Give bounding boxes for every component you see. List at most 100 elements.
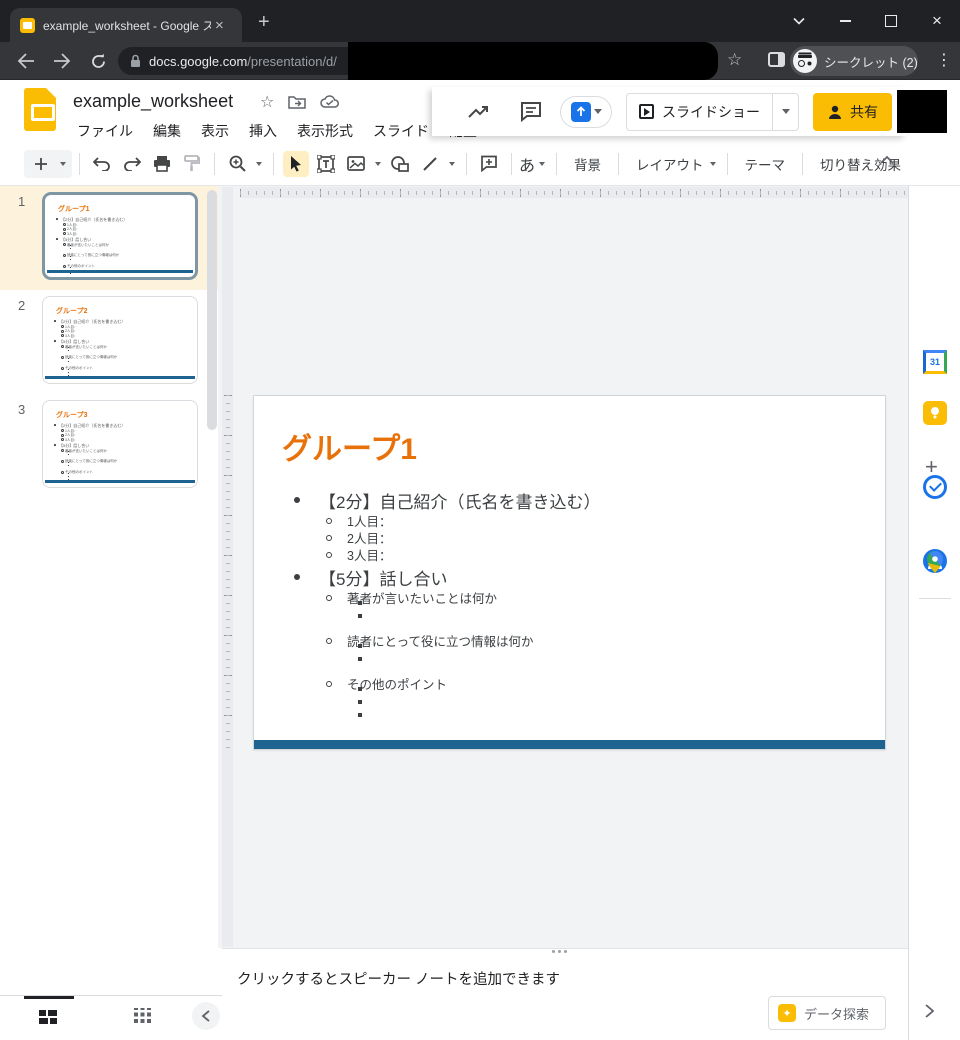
slide-thumbnail[interactable]: グループ2【2分】自己紹介（氏名を書き込む）1人目：2人目：3人目：【5分】話し…: [42, 296, 198, 384]
url-path: /presentation/d/: [247, 54, 337, 69]
document-title[interactable]: example_worksheet: [73, 91, 233, 112]
tab-close-icon[interactable]: ×: [215, 18, 224, 33]
slides-logo-icon[interactable]: [24, 88, 56, 131]
slideshow-dropdown[interactable]: [772, 93, 798, 131]
filmstrip-slide-2[interactable]: 2グループ2【2分】自己紹介（氏名を書き込む）1人目：2人目：3人目：【5分】話…: [0, 290, 222, 394]
cloud-status-icon[interactable]: [320, 95, 340, 109]
toolbar-collapse-icon[interactable]: [880, 155, 894, 164]
menu-edit[interactable]: 編集: [147, 119, 187, 143]
thumbnail-accent-bar: [45, 376, 195, 379]
background-button[interactable]: 背景: [564, 154, 611, 174]
print-button[interactable]: [149, 151, 175, 177]
insert-comment-tool[interactable]: [476, 151, 502, 177]
lock-icon: [130, 54, 141, 68]
text-box-tool[interactable]: [313, 151, 339, 177]
browser-menu-icon[interactable]: ⋮: [936, 50, 952, 70]
speaker-notes-placeholder[interactable]: クリックするとスピーカー ノートを追加できます: [237, 968, 560, 989]
share-label: 共有: [850, 102, 878, 122]
slide-thumbnail[interactable]: グループ1【2分】自己紹介（氏名を書き込む）1人目：2人目：3人目：【5分】話し…: [42, 192, 198, 280]
filmstrip-slide-1[interactable]: 1 グループ1【2分】自己紹介（氏名を書き込む）1人目：2人目：3人目：【5分】話…: [0, 186, 222, 290]
star-document-icon[interactable]: ☆: [260, 92, 274, 112]
back-button[interactable]: [14, 49, 38, 73]
maps-icon[interactable]: [923, 550, 947, 574]
window-maximize-button[interactable]: [868, 0, 914, 42]
bullet-item: 読者にとって役に立つ情報は何か: [254, 634, 885, 651]
bullet-item: 3人目：: [43, 438, 197, 443]
text-format-tool[interactable]: あ: [519, 152, 535, 176]
theme-button[interactable]: テーマ: [735, 154, 796, 174]
menu-insert[interactable]: 挿入: [243, 119, 283, 143]
add-app-button[interactable]: +: [925, 454, 938, 480]
explore-icon: ✦: [778, 1004, 796, 1022]
menu-slide[interactable]: スライド: [367, 119, 435, 143]
present-dropdown-caret: [594, 109, 602, 114]
browser-tab[interactable]: example_worksheet - Google スラ ×: [10, 8, 242, 42]
undo-button[interactable]: [89, 151, 115, 177]
image-caret[interactable]: [371, 162, 385, 166]
zoom-tool[interactable]: [224, 151, 250, 177]
slide-body-text[interactable]: 【2分】自己紹介（氏名を書き込む）1人目：2人目：3人目：【5分】話し合い著者が…: [254, 488, 885, 733]
activity-trend-icon[interactable]: [466, 99, 492, 125]
window-profile-chevron-icon[interactable]: [776, 0, 822, 42]
grid-view-button[interactable]: [134, 1008, 151, 1023]
window-close-button[interactable]: ×: [914, 0, 960, 42]
keep-icon[interactable]: [923, 401, 947, 425]
share-button[interactable]: 共有: [813, 93, 892, 131]
line-caret[interactable]: [445, 162, 459, 166]
user-avatar[interactable]: [897, 90, 947, 133]
filmstrip-view-button[interactable]: [38, 1009, 58, 1025]
comment-icon[interactable]: [518, 99, 544, 125]
google-side-panel: 31 +: [908, 186, 960, 1040]
bottom-view-bar: [0, 995, 222, 1040]
layout-caret[interactable]: [706, 162, 720, 166]
shape-tool[interactable]: [387, 151, 413, 177]
bullet-item: 3人目：: [45, 232, 195, 237]
filmstrip-slide-3[interactable]: 3グループ3【2分】自己紹介（氏名を書き込む）1人目：2人目：3人目：【5分】話…: [0, 394, 222, 498]
select-tool[interactable]: [283, 151, 309, 177]
thumbnail-accent-bar: [47, 270, 193, 273]
incognito-label: シークレット (2): [824, 52, 918, 71]
menu-view[interactable]: 表示: [195, 119, 235, 143]
reload-button[interactable]: [86, 49, 110, 73]
bullet-item: 2人目：: [254, 531, 885, 548]
thumbnail-title: グループ1: [58, 204, 195, 214]
menu-format[interactable]: 表示形式: [291, 119, 359, 143]
incognito-badge[interactable]: シークレット (2): [790, 46, 918, 76]
slideshow-button[interactable]: スライドショー: [626, 93, 799, 131]
new-tab-button[interactable]: +: [258, 12, 270, 32]
collapse-filmstrip-button[interactable]: [192, 1002, 220, 1030]
new-slide-button[interactable]: [24, 150, 72, 178]
slide-thumbnail[interactable]: グループ3【2分】自己紹介（氏名を書き込む）1人目：2人目：3人目：【5分】話し…: [42, 400, 198, 488]
present-arrow-icon: [571, 102, 591, 122]
slide-editor-page[interactable]: グループ1 【2分】自己紹介（氏名を書き込む）1人目：2人目：3人目：【5分】話…: [253, 395, 886, 750]
filmstrip-scrollbar[interactable]: [207, 190, 217, 430]
url-domain: docs.google.com: [149, 54, 247, 69]
forward-button[interactable]: [50, 49, 74, 73]
bullet-item: 【5分】話し合い: [254, 568, 885, 591]
window-minimize-button[interactable]: [822, 0, 868, 42]
redo-button[interactable]: [119, 151, 145, 177]
side-panel-icon[interactable]: [768, 52, 785, 67]
present-to-meeting-button[interactable]: [560, 96, 612, 128]
slide-title[interactable]: グループ1: [282, 424, 417, 468]
notes-drag-handle-icon[interactable]: [552, 950, 567, 953]
calendar-icon[interactable]: 31: [923, 350, 947, 374]
bookmark-star-icon[interactable]: ☆: [727, 50, 742, 70]
move-folder-icon[interactable]: [288, 95, 306, 109]
new-slide-caret[interactable]: [56, 162, 70, 166]
explore-button[interactable]: ✦ データ探索: [768, 996, 886, 1030]
layout-button[interactable]: レイアウト: [626, 154, 714, 174]
insert-image-tool[interactable]: [343, 151, 369, 177]
zoom-caret[interactable]: [252, 162, 266, 166]
expand-panel-chevron[interactable]: [925, 1004, 934, 1018]
line-tool[interactable]: [417, 151, 443, 177]
slide-toolbar: あ 背景 レイアウト テーマ 切り替え効果: [0, 142, 960, 186]
transition-button[interactable]: 切り替え効果: [810, 154, 911, 174]
menu-file[interactable]: ファイル: [71, 119, 139, 143]
text-format-caret[interactable]: [535, 162, 549, 166]
speaker-notes-area[interactable]: クリックするとスピーカー ノートを追加できます ✦ データ探索: [222, 956, 908, 1040]
incognito-icon: [793, 49, 817, 73]
paint-format-button[interactable]: [179, 151, 205, 177]
slide-number: 1: [18, 194, 25, 209]
filmstrip-panel: 1 グループ1【2分】自己紹介（氏名を書き込む）1人目：2人目：3人目：【5分】話…: [0, 186, 222, 995]
